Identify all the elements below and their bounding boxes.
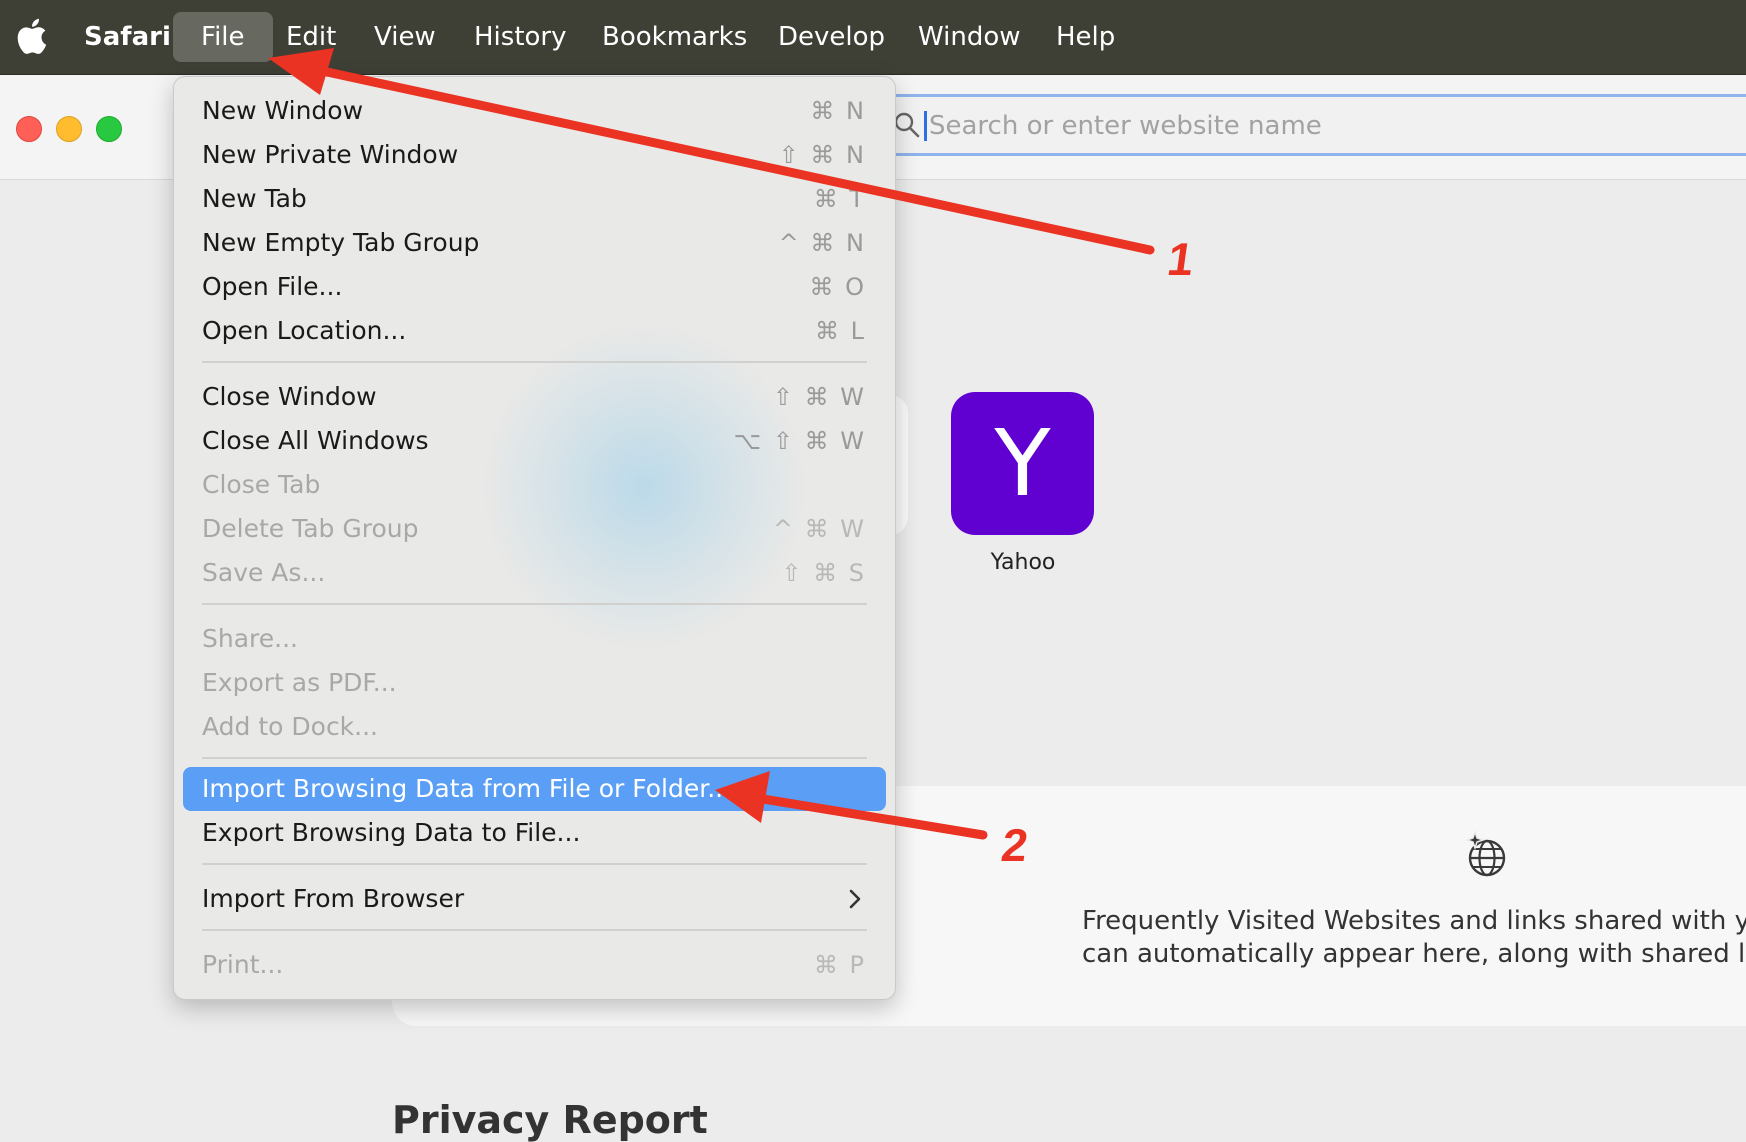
search-input[interactable]: [927, 105, 1631, 147]
menu-bookmarks[interactable]: Bookmarks: [602, 0, 747, 74]
menu-item-export-browsing-data[interactable]: Export Browsing Data to File...: [183, 811, 886, 855]
menu-item-new-tab[interactable]: New Tab ⌘ T: [183, 177, 886, 221]
menu-item-label: Save As...: [202, 558, 326, 587]
menu-item-shortcut: ⌘ T: [813, 185, 866, 213]
menu-item-label: Close All Windows: [202, 426, 429, 455]
menu-item-shortcut: ⌥ ⇧ ⌘ W: [733, 427, 866, 455]
menu-item-label: Export Browsing Data to File...: [202, 818, 581, 847]
menu-item-shortcut: ⌘ O: [809, 273, 866, 301]
menu-help[interactable]: Help: [1056, 0, 1115, 74]
shared-with-you-text: Frequently Visited Websites and links sh…: [1082, 905, 1746, 971]
menu-separator: [202, 603, 867, 605]
menu-separator: [202, 757, 867, 759]
file-menu-dropdown: New Window ⌘ N New Private Window ⇧ ⌘ N …: [173, 76, 896, 1000]
menu-edit[interactable]: Edit: [286, 0, 336, 74]
menu-item-label: New Private Window: [202, 140, 459, 169]
menu-item-import-from-browser[interactable]: Import From Browser: [183, 877, 886, 921]
minimize-window-button[interactable]: [56, 116, 82, 142]
menu-item-open-location[interactable]: Open Location... ⌘ L: [183, 309, 886, 353]
menu-item-shortcut: ⌘ L: [815, 317, 866, 345]
menu-separator: [202, 361, 867, 363]
menu-item-label: Print...: [202, 950, 284, 979]
yahoo-logo-icon: Y: [994, 410, 1051, 517]
menu-item-label: Import From Browser: [202, 884, 465, 913]
menu-item-shortcut: ^ ⌘ W: [772, 515, 866, 543]
menu-item-label: Open File...: [202, 272, 343, 301]
menu-item-new-window[interactable]: New Window ⌘ N: [183, 89, 886, 133]
menu-item-share: Share...: [183, 617, 886, 661]
menu-item-close-window[interactable]: Close Window ⇧ ⌘ W: [183, 375, 886, 419]
menu-item-label: Export as PDF...: [202, 668, 397, 697]
menu-item-print: Print... ⌘ P: [183, 943, 886, 987]
menu-item-new-private-window[interactable]: New Private Window ⇧ ⌘ N: [183, 133, 886, 177]
menu-item-shortcut: ⇧ ⌘ W: [772, 383, 866, 411]
menu-item-label: New Empty Tab Group: [202, 228, 480, 257]
menu-item-save-as: Save As... ⇧ ⌘ S: [183, 551, 886, 595]
favorite-tile-yahoo[interactable]: Y: [951, 392, 1094, 535]
menu-item-label: Close Tab: [202, 470, 321, 499]
shared-text-line-1: Frequently Visited Websites and links sh…: [1082, 906, 1746, 936]
menu-separator: [202, 863, 867, 865]
menu-item-label: Add to Dock...: [202, 712, 379, 741]
menu-view[interactable]: View: [374, 0, 436, 74]
menu-item-label: Delete Tab Group: [202, 514, 419, 543]
menu-item-label: Share...: [202, 624, 298, 653]
menu-item-close-tab: Close Tab: [183, 463, 886, 507]
chevron-right-icon: [849, 889, 861, 909]
shared-text-line-2: can automatically appear here, along wit…: [1082, 939, 1746, 969]
menu-item-label: Import Browsing Data from File or Folder…: [202, 774, 732, 803]
menu-window[interactable]: Window: [918, 0, 1021, 74]
menu-item-label: New Window: [202, 96, 364, 125]
menu-item-shortcut: ⌘ P: [813, 951, 866, 979]
menu-item-shortcut: ⇧ ⌘ S: [781, 559, 866, 587]
privacy-report-heading: Privacy Report: [392, 1098, 708, 1142]
menu-item-shortcut: ^ ⌘ N: [778, 229, 866, 257]
menu-separator: [202, 929, 867, 931]
annotation-step-1: 1: [1164, 233, 1198, 285]
menu-bar: Safari File Edit View History Bookmarks …: [0, 0, 1746, 75]
menu-item-new-empty-tab-group[interactable]: New Empty Tab Group ^ ⌘ N: [183, 221, 886, 265]
fullscreen-window-button[interactable]: [96, 116, 122, 142]
menu-item-label: New Tab: [202, 184, 307, 213]
favorite-label-yahoo[interactable]: Yahoo: [923, 550, 1123, 575]
menu-item-shortcut: ⌘ N: [810, 97, 866, 125]
menu-item-add-to-dock: Add to Dock...: [183, 705, 886, 749]
apple-logo-icon[interactable]: [14, 16, 48, 56]
menu-item-close-all-windows[interactable]: Close All Windows ⌥ ⇧ ⌘ W: [183, 419, 886, 463]
menu-item-shortcut: ⇧ ⌘ N: [778, 141, 866, 169]
close-window-button[interactable]: [16, 116, 42, 142]
menu-item-label: Close Window: [202, 382, 377, 411]
menu-develop[interactable]: Develop: [778, 0, 885, 74]
menu-item-open-file[interactable]: Open File... ⌘ O: [183, 265, 886, 309]
globe-sparkle-icon: [1464, 830, 1506, 877]
menu-history[interactable]: History: [474, 0, 567, 74]
menu-item-export-as-pdf: Export as PDF...: [183, 661, 886, 705]
menu-item-delete-tab-group: Delete Tab Group ^ ⌘ W: [183, 507, 886, 551]
menu-file[interactable]: File: [173, 12, 273, 62]
menu-item-label: Open Location...: [202, 316, 407, 345]
address-bar[interactable]: [880, 94, 1746, 156]
menu-item-import-browsing-data[interactable]: Import Browsing Data from File or Folder…: [183, 767, 886, 811]
search-icon: [894, 112, 920, 138]
menu-safari[interactable]: Safari: [84, 0, 171, 74]
